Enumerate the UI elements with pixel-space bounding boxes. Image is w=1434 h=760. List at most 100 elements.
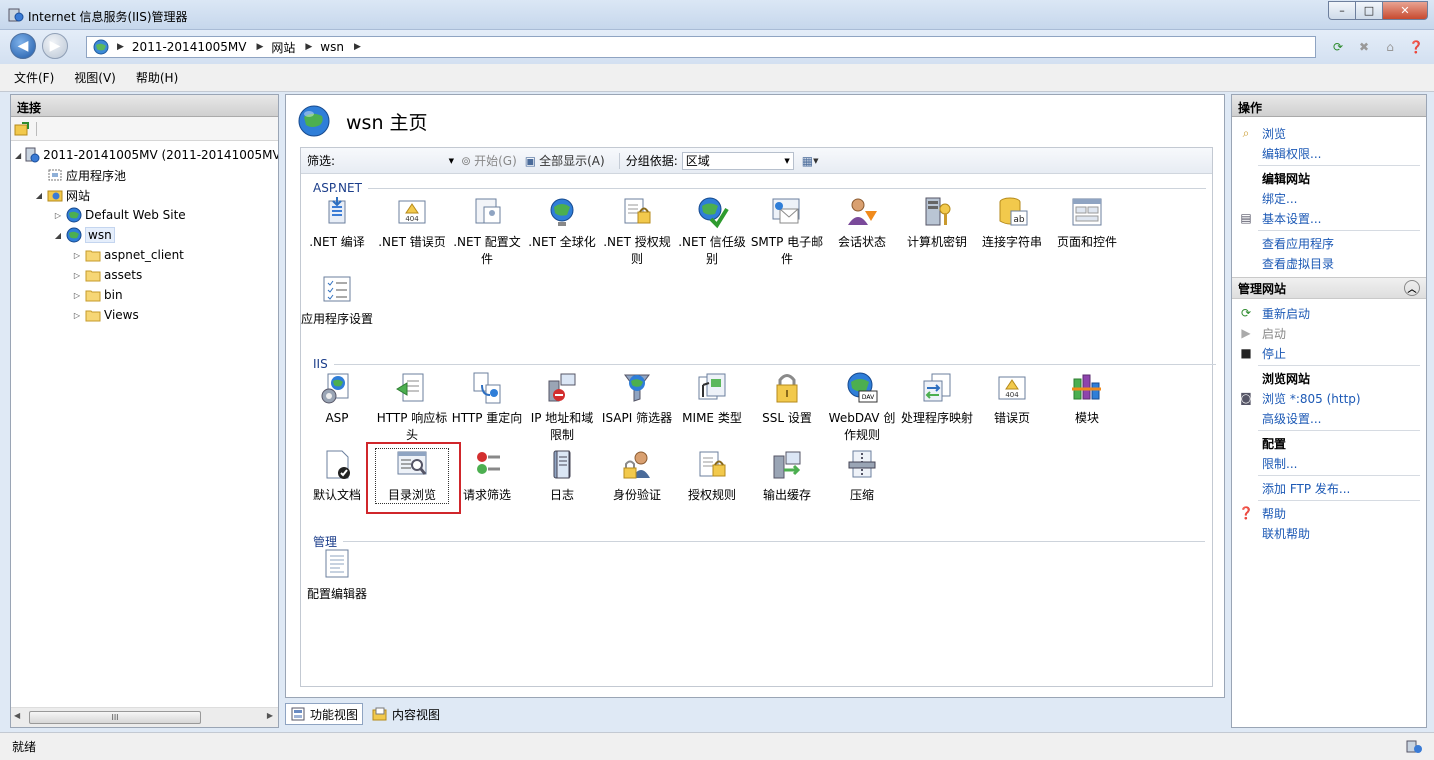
feature-tile[interactable]: .NET 全球化 <box>525 195 599 251</box>
feature-tile[interactable]: 会话状态 <box>825 195 899 251</box>
feature-tile[interactable]: 404 错误页 <box>975 371 1049 427</box>
modules-icon <box>1072 374 1101 400</box>
feature-tile[interactable]: ISAPI 筛选器 <box>600 371 674 427</box>
action-restart[interactable]: ⟳ 重新启动 <box>1232 303 1426 323</box>
tree-node[interactable]: ▷ bin <box>11 285 278 305</box>
tree-node[interactable]: ◢ 网站 <box>11 185 278 205</box>
feature-tile[interactable]: .NET 信任级别 <box>675 195 749 268</box>
tree-node-label: bin <box>104 288 123 302</box>
manage-site-group[interactable]: 管理网站 ︿ <box>1232 277 1426 299</box>
horizontal-scrollbar[interactable]: ◀ III ▶ <box>11 707 278 727</box>
scroll-right-icon[interactable]: ▶ <box>267 711 273 720</box>
feature-tile[interactable]: DAV WebDAV 创作规则 <box>825 371 899 444</box>
back-button[interactable]: ◀ <box>10 33 36 59</box>
feature-tile[interactable]: MIME 类型 <box>675 371 749 427</box>
tree-node[interactable]: ◢ 2011-20141005MV (2011-20141005MV <box>11 145 278 165</box>
tree-node[interactable]: ◢ wsn <box>11 225 278 245</box>
connect-icon[interactable] <box>14 121 30 137</box>
ip-restrictions-icon <box>548 373 576 402</box>
filter-input[interactable]: ▼ <box>339 152 457 170</box>
stop-icon[interactable]: ✖ <box>1354 37 1374 57</box>
breadcrumb-server[interactable]: 2011-20141005MV <box>132 40 247 54</box>
breadcrumb-sites[interactable]: 网站 <box>271 39 295 56</box>
feature-tile[interactable]: 模块 <box>1050 371 1124 427</box>
feature-tile[interactable]: 日志 <box>525 448 599 504</box>
view-mode-icon: ▦ <box>801 153 814 168</box>
feature-tile[interactable]: 身份验证 <box>600 448 674 504</box>
collapse-arrow-icon[interactable]: ◢ <box>34 191 44 200</box>
feature-tile[interactable]: 输出缓存 <box>750 448 824 504</box>
feature-tile[interactable]: HTTP 重定向 <box>450 371 524 427</box>
scroll-left-icon[interactable]: ◀ <box>14 711 20 720</box>
home-icon[interactable]: ⌂ <box>1380 37 1400 57</box>
feature-tile[interactable]: SMTP 电子邮件 <box>750 195 824 268</box>
action-view-applications[interactable]: 查看应用程序 <box>1232 233 1426 253</box>
menu-file[interactable]: 文件(F) <box>14 69 54 86</box>
refresh-icon[interactable]: ⟳ <box>1328 37 1348 57</box>
action-stop[interactable]: ■ 停止 <box>1232 343 1426 363</box>
feature-tile[interactable]: IP 地址和域限制 <box>525 371 599 444</box>
feature-tile-label: HTTP 重定向 <box>451 411 523 425</box>
collapse-icon[interactable]: ︿ <box>1404 280 1420 296</box>
breadcrumb-wsn[interactable]: wsn <box>320 40 344 54</box>
minimize-button[interactable]: – <box>1328 1 1356 20</box>
feature-tile[interactable]: 默认文档 <box>300 448 374 504</box>
feature-tile[interactable]: 页面和控件 <box>1050 195 1124 251</box>
maximize-button[interactable]: □ <box>1355 1 1383 20</box>
tree-node[interactable]: 应用程序池 <box>11 165 278 185</box>
feature-tile[interactable]: .NET 配置文件 <box>450 195 524 268</box>
feature-tile[interactable]: ab 连接字符串 <box>975 195 1049 251</box>
feature-tile[interactable]: .NET 编译 <box>300 195 374 251</box>
menu-help[interactable]: 帮助(H) <box>136 69 178 86</box>
help-icon[interactable]: ❓ <box>1406 37 1426 57</box>
feature-tile[interactable]: 压缩 <box>825 448 899 504</box>
action-advanced-settings[interactable]: 高级设置... <box>1232 408 1426 428</box>
go-button[interactable]: ⊚ 开始(G) <box>461 152 517 169</box>
tree-node[interactable]: ▷ assets <box>11 265 278 285</box>
tree-node[interactable]: ▷ aspnet_client <box>11 245 278 265</box>
feature-tile[interactable]: 配置编辑器 <box>300 547 374 603</box>
feature-tile[interactable]: 处理程序映射 <box>900 371 974 427</box>
action-add-ftp[interactable]: 添加 FTP 发布... <box>1232 478 1426 498</box>
feature-tile[interactable]: 请求筛选 <box>450 448 524 504</box>
show-all-button[interactable]: ▣ 全部显示(A) <box>525 152 605 169</box>
scroll-thumb[interactable]: III <box>29 711 201 724</box>
action-bindings[interactable]: 绑定... <box>1232 188 1426 208</box>
view-mode-button[interactable]: ▦ ▼ <box>802 154 819 168</box>
action-view-virtual-directories[interactable]: 查看虚拟目录 <box>1232 253 1426 273</box>
feature-tile[interactable]: 应用程序设置 <box>300 272 374 328</box>
feature-tile[interactable]: 404 .NET 错误页 <box>375 195 449 251</box>
tab-features-view[interactable]: 功能视图 <box>285 703 364 725</box>
feature-tile[interactable]: SSL 设置 <box>750 371 824 427</box>
group-by-select[interactable]: 区域 ▼ <box>681 151 794 170</box>
menu-view[interactable]: 视图(V) <box>74 69 116 86</box>
action-edit-permissions[interactable]: 编辑权限... <box>1232 143 1426 163</box>
tree-node[interactable]: ▷ Views <box>11 305 278 325</box>
action-start[interactable]: ▶ 启动 <box>1232 323 1426 343</box>
tree-node[interactable]: ▷ Default Web Site <box>11 205 278 225</box>
close-button[interactable]: ✕ <box>1382 1 1428 20</box>
feature-tile-label: 模块 <box>1074 411 1099 425</box>
expand-arrow-icon[interactable]: ▷ <box>72 271 82 280</box>
feature-tile[interactable]: 授权规则 <box>675 448 749 504</box>
action-online-help[interactable]: 联机帮助 <box>1232 523 1426 543</box>
tab-content-view[interactable]: 内容视图 <box>367 703 445 725</box>
action-help-label: 帮助 <box>1262 506 1287 521</box>
address-bar[interactable]: ▶ 2011-20141005MV ▶ 网站 ▶ wsn ▶ <box>86 36 1316 58</box>
expand-arrow-icon[interactable]: ▷ <box>72 291 82 300</box>
expand-arrow-icon[interactable]: ▷ <box>72 311 82 320</box>
expand-arrow-icon[interactable]: ▷ <box>53 211 63 220</box>
action-basic-settings[interactable]: ▤ 基本设置... <box>1232 208 1426 228</box>
feature-tile[interactable]: .NET 授权规则 <box>600 195 674 268</box>
action-help[interactable]: ❓ 帮助 <box>1232 503 1426 523</box>
expand-arrow-icon[interactable]: ▷ <box>72 251 82 260</box>
feature-tile[interactable]: HTTP 响应标头 <box>375 371 449 444</box>
feature-tile[interactable]: 计算机密钥 <box>900 195 974 251</box>
action-browse-port[interactable]: ◙ 浏览 *:805 (http) <box>1232 388 1426 408</box>
action-browse[interactable]: ⌕ 浏览 <box>1232 123 1426 143</box>
forward-button[interactable]: ▶ <box>42 33 68 59</box>
feature-tile[interactable]: ASP <box>300 371 374 427</box>
collapse-arrow-icon[interactable]: ◢ <box>15 151 21 160</box>
collapse-arrow-icon[interactable]: ◢ <box>53 231 63 240</box>
action-limits[interactable]: 限制... <box>1232 453 1426 473</box>
